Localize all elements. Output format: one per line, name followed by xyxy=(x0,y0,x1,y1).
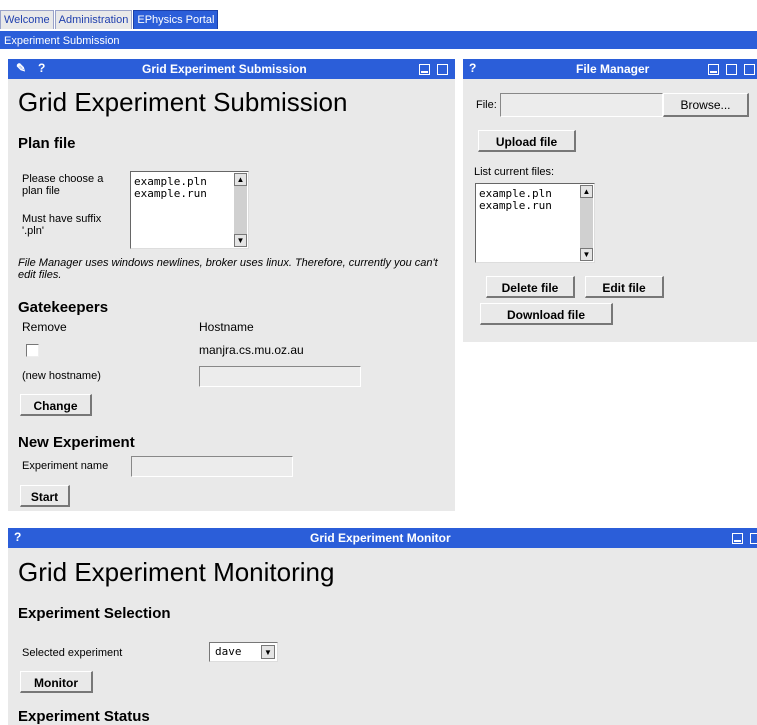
monitor-titlebar: ? Grid Experiment Monitor xyxy=(8,528,757,548)
submission-title: Grid Experiment Submission xyxy=(142,62,307,76)
file-path-input[interactable] xyxy=(500,93,663,117)
list-item[interactable]: example.run xyxy=(479,200,552,212)
new-hostname-input[interactable] xyxy=(199,366,361,387)
help-icon[interactable]: ? xyxy=(38,61,45,75)
minimize-icon[interactable] xyxy=(708,64,719,75)
listbox-scrollbar[interactable]: ▲ ▼ xyxy=(580,185,593,261)
download-file-button[interactable]: Download file xyxy=(480,303,613,325)
scroll-down-icon[interactable]: ▼ xyxy=(234,234,247,247)
submission-titlebar: ✎ ? Grid Experiment Submission xyxy=(8,59,455,79)
remove-host-checkbox[interactable] xyxy=(26,344,39,357)
tab-administration[interactable]: Administration xyxy=(54,10,133,29)
experiment-selection-heading: Experiment Selection xyxy=(18,605,171,622)
submission-window: ✎ ? Grid Experiment Submission Grid Expe… xyxy=(8,59,455,511)
scroll-up-icon[interactable]: ▲ xyxy=(580,185,593,198)
list-item[interactable]: example.run xyxy=(134,188,207,200)
plan-file-heading: Plan file xyxy=(18,135,76,152)
minimize-icon[interactable] xyxy=(732,533,743,544)
new-hostname-label: (new hostname) xyxy=(22,370,101,382)
close-icon[interactable] xyxy=(744,64,755,75)
minimize-icon[interactable] xyxy=(419,64,430,75)
selected-experiment-label: Selected experiment xyxy=(22,647,123,659)
experiment-select[interactable]: dave ▼ xyxy=(209,642,278,662)
tab-welcome[interactable]: Welcome xyxy=(0,10,54,29)
portal-tabs: Welcome Administration EPhysics Portal xyxy=(0,10,219,30)
hostname-column-label: Hostname xyxy=(199,320,254,334)
experiment-name-input[interactable] xyxy=(131,456,293,477)
plan-file-listbox[interactable]: example.pln example.run ▲ ▼ xyxy=(130,171,249,249)
new-experiment-heading: New Experiment xyxy=(18,434,135,451)
scroll-up-icon[interactable]: ▲ xyxy=(234,173,247,186)
scroll-down-icon[interactable]: ▼ xyxy=(580,248,593,261)
remove-column-label: Remove xyxy=(22,320,67,334)
experiment-select-value: dave xyxy=(215,645,242,658)
browse-button[interactable]: Browse... xyxy=(663,93,749,117)
help-icon[interactable]: ? xyxy=(14,530,21,544)
experiment-name-label: Experiment name xyxy=(22,460,109,472)
experiment-status-heading: Experiment Status xyxy=(18,708,150,725)
pencil-icon[interactable]: ✎ xyxy=(16,61,26,75)
choose-plan-label: Please choose a plan file xyxy=(22,173,104,197)
file-manager-titlebar: ? File Manager xyxy=(463,59,757,79)
help-icon[interactable]: ? xyxy=(469,61,476,75)
maximize-icon[interactable] xyxy=(750,533,757,544)
monitor-button[interactable]: Monitor xyxy=(20,671,93,693)
change-button[interactable]: Change xyxy=(20,394,92,416)
chevron-down-icon[interactable]: ▼ xyxy=(261,645,275,659)
submission-heading: Grid Experiment Submission xyxy=(18,87,348,117)
listbox-scrollbar[interactable]: ▲ ▼ xyxy=(234,173,247,247)
portal-subnav: Experiment Submission xyxy=(0,31,757,49)
maximize-icon[interactable] xyxy=(726,64,737,75)
edit-file-button[interactable]: Edit file xyxy=(585,276,664,298)
gatekeepers-heading: Gatekeepers xyxy=(18,299,109,316)
subnav-experiment-submission[interactable]: Experiment Submission xyxy=(0,35,120,47)
delete-file-button[interactable]: Delete file xyxy=(486,276,575,298)
newlines-note: File Manager uses windows newlines, brok… xyxy=(18,257,438,281)
file-manager-title: File Manager xyxy=(576,62,650,76)
suffix-label: Must have suffix '.pln' xyxy=(22,213,102,237)
file-label: File: xyxy=(476,99,497,111)
maximize-icon[interactable] xyxy=(437,64,448,75)
monitor-window: ? Grid Experiment Monitor Grid Experimen… xyxy=(8,528,757,725)
upload-file-button[interactable]: Upload file xyxy=(478,130,576,152)
list-current-files-label: List current files: xyxy=(474,166,555,178)
gatekeeper-hostname: manjra.cs.mu.oz.au xyxy=(199,343,304,357)
current-files-listbox[interactable]: example.pln example.run ▲ ▼ xyxy=(475,183,595,263)
monitor-title: Grid Experiment Monitor xyxy=(310,531,451,545)
tab-ephysics-portal[interactable]: EPhysics Portal xyxy=(133,10,219,29)
start-button[interactable]: Start xyxy=(20,485,70,507)
monitor-heading: Grid Experiment Monitoring xyxy=(18,557,335,587)
file-manager-window: ? File Manager File: Browse... Upload fi… xyxy=(463,59,757,342)
